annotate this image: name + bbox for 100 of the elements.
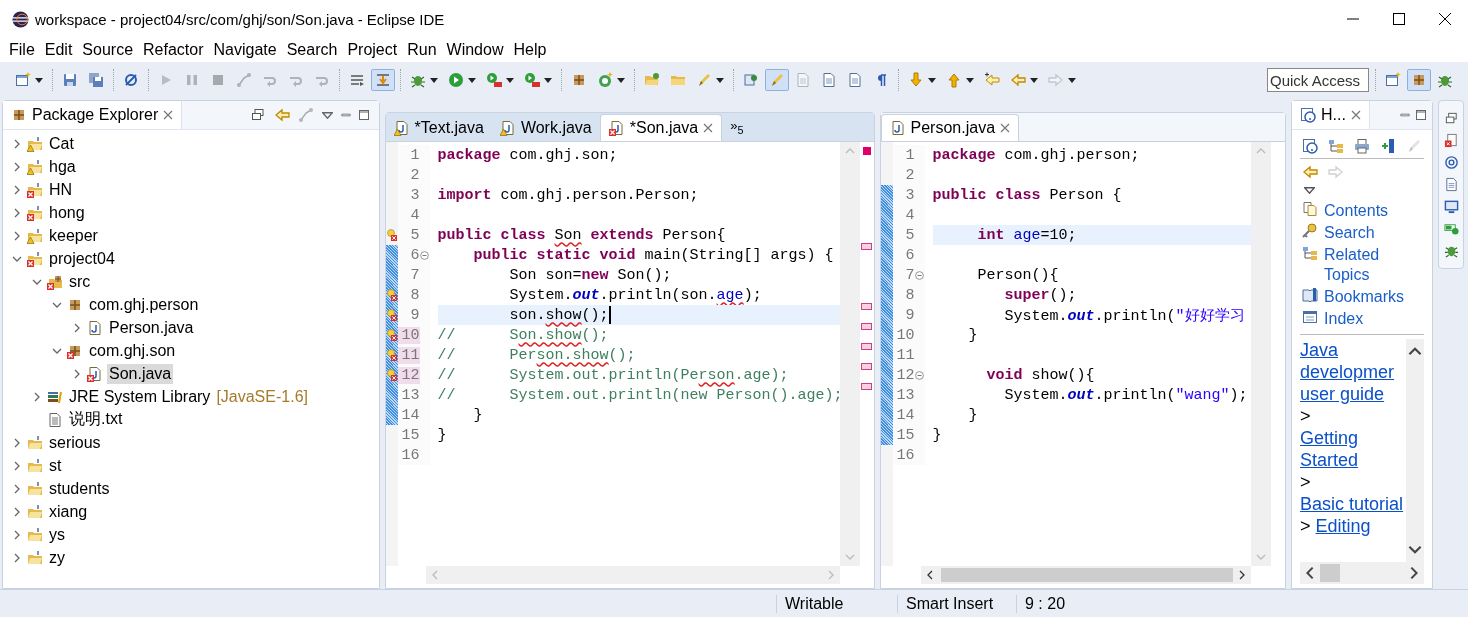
restore-icon[interactable] [249, 107, 266, 123]
tree-item[interactable]: serious [47, 432, 103, 453]
breadcrumb-link[interactable]: Getting Started [1300, 427, 1407, 471]
chevron-icon[interactable] [12, 483, 22, 494]
scroll-left-icon[interactable] [1306, 566, 1315, 580]
horizontal-scrollbar[interactable] [920, 566, 1252, 584]
back-arrow-icon[interactable] [273, 107, 290, 123]
chevron-icon[interactable] [12, 529, 22, 540]
dropdown-caret-icon[interactable] [716, 77, 724, 83]
fold-icon[interactable] [420, 250, 430, 260]
fold-icon[interactable] [915, 370, 925, 380]
editor-tab[interactable]: *Text.java [385, 115, 492, 141]
dropdown-caret-icon[interactable] [617, 77, 625, 83]
scroll-left-icon[interactable] [926, 570, 933, 580]
document-icon[interactable] [1443, 177, 1459, 192]
chevron-icon[interactable] [32, 391, 42, 402]
menu-item[interactable]: Source [77, 41, 139, 59]
error-marker[interactable] [861, 302, 873, 310]
help-link[interactable]: Contents [1324, 201, 1425, 221]
breadcrumb-link[interactable]: Editing [1315, 515, 1371, 537]
menu-item[interactable]: File [4, 41, 40, 59]
tree-item[interactable]: HN [47, 179, 75, 200]
error-bulb-icon[interactable] [385, 229, 398, 241]
restore-icon[interactable] [1443, 111, 1459, 126]
tree-item[interactable]: st [47, 455, 64, 476]
menu-item[interactable]: Search [281, 41, 343, 59]
menu-item[interactable]: Project [342, 41, 403, 59]
help-link[interactable]: Search [1324, 223, 1425, 243]
error-marker[interactable] [861, 322, 873, 330]
chevron-icon[interactable] [12, 207, 22, 218]
nodes-icon[interactable] [297, 107, 314, 123]
error-bulb-icon[interactable] [385, 289, 398, 301]
breadcrumb-link[interactable]: Java developmer user guide [1300, 339, 1407, 405]
chevron-icon[interactable] [12, 184, 22, 195]
tree-item[interactable]: Cat [47, 133, 76, 154]
error-bulb-icon[interactable] [385, 369, 398, 381]
tree-item[interactable]: zy [47, 547, 67, 568]
help-page-icon[interactable] [1302, 138, 1319, 154]
tree-item[interactable]: hga [47, 156, 78, 177]
tree-item[interactable]: xiang [47, 501, 90, 522]
dropdown-caret-icon[interactable] [1030, 77, 1038, 83]
chevron-icon[interactable] [12, 460, 22, 471]
error-marker[interactable] [861, 342, 873, 350]
run-tool-icon[interactable] [524, 72, 540, 88]
chevron-icon[interactable] [12, 161, 22, 172]
run-tool-icon[interactable] [486, 72, 502, 88]
menu-item[interactable]: Run [402, 41, 442, 59]
chevron-icon[interactable] [12, 506, 22, 517]
tree-item[interactable]: students [47, 478, 112, 499]
tree-item[interactable]: com.ghj.son [87, 340, 178, 361]
scroll-right-icon[interactable] [1239, 570, 1246, 580]
chevron-icon[interactable] [12, 230, 22, 241]
editor-tab[interactable]: Work.java [491, 115, 600, 141]
tree-item[interactable]: Person.java [107, 317, 196, 338]
view-menu-icon[interactable] [321, 111, 333, 119]
scroll-up-icon[interactable] [1408, 347, 1423, 356]
close-icon[interactable] [1439, 13, 1451, 25]
dropdown-caret-icon[interactable] [1304, 187, 1316, 194]
tree-item[interactable]: ys [47, 524, 67, 545]
quick-access-field[interactable]: Quick Access [1267, 68, 1369, 92]
error-bulb-icon[interactable] [385, 329, 398, 341]
progress-icon[interactable] [1443, 221, 1459, 236]
back-arrow-icon[interactable] [1302, 164, 1319, 180]
menu-item[interactable]: Edit [39, 41, 78, 59]
breadcrumb-link[interactable]: Basic tutorial [1300, 493, 1404, 515]
tree-item[interactable]: com.ghj.person [87, 294, 201, 315]
maximize-icon[interactable] [1393, 13, 1405, 25]
view-tab[interactable]: H... [1292, 101, 1370, 129]
scroll-thumb[interactable] [1320, 564, 1341, 582]
tree-item[interactable]: JRE System Library [67, 386, 213, 407]
error-marker[interactable] [861, 242, 873, 250]
tree-item[interactable]: project04 [47, 248, 117, 269]
help-link[interactable]: Index [1324, 309, 1425, 329]
dropdown-caret-icon[interactable] [966, 77, 974, 83]
error-log-icon[interactable] [1443, 133, 1459, 148]
help-link[interactable]: Related Topics [1324, 245, 1425, 285]
error-bulb-icon[interactable] [385, 309, 398, 321]
bookmark-add-icon[interactable] [1380, 138, 1397, 154]
dropdown-caret-icon[interactable] [468, 77, 476, 83]
view-tab[interactable]: Package Explorer [3, 101, 183, 129]
new-window-icon[interactable] [15, 72, 31, 88]
tree-item[interactable]: src [67, 271, 93, 292]
error-summary-marker[interactable] [862, 147, 871, 155]
chevron-icon[interactable] [12, 437, 22, 448]
dropdown-caret-icon[interactable] [544, 77, 552, 83]
printer-icon[interactable] [1354, 138, 1371, 154]
menu-item[interactable]: Window [441, 41, 509, 59]
help-link[interactable]: Bookmarks [1324, 287, 1425, 307]
fold-icon[interactable] [915, 270, 925, 280]
scroll-down-icon[interactable] [1408, 545, 1423, 554]
chevron-icon[interactable] [72, 368, 82, 379]
chevron-icon[interactable] [72, 322, 82, 333]
chevron-icon[interactable] [12, 552, 22, 563]
tree-item[interactable]: keeper [47, 225, 100, 246]
dropdown-caret-icon[interactable] [430, 77, 438, 83]
menu-item[interactable]: Refactor [138, 41, 209, 59]
tab-overflow[interactable]: »$_{5}$ [722, 118, 752, 136]
error-bulb-icon[interactable] [385, 349, 398, 361]
tree-item[interactable]: Son.java [107, 363, 174, 384]
dropdown-caret-icon[interactable] [35, 77, 43, 83]
